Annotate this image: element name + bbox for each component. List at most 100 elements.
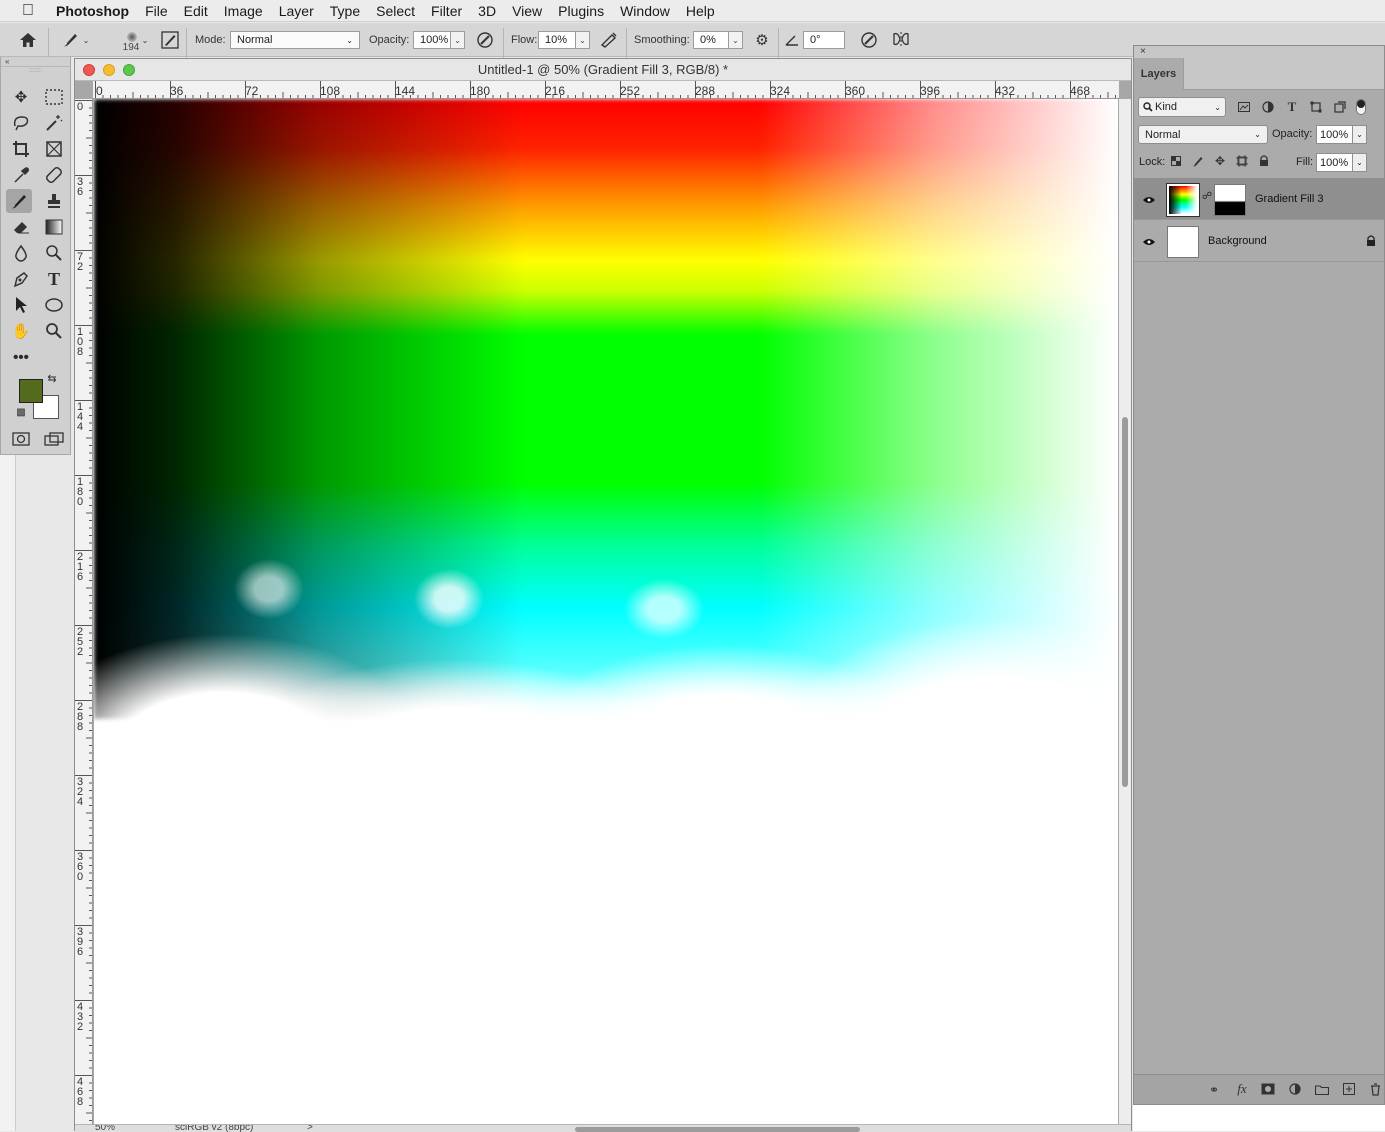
layer-row-gradient-fill-3[interactable]: ☍ Gradient Fill 3 <box>1134 179 1384 220</box>
pen-tool-icon[interactable] <box>8 267 34 291</box>
brush-preset-picker[interactable]: ⌄ <box>58 23 92 57</box>
menu-plugins[interactable]: Plugins <box>550 0 612 22</box>
path-selection-tool-icon[interactable] <box>8 293 34 317</box>
more-tools-icon[interactable]: ••• <box>8 345 34 369</box>
frame-tool-icon[interactable] <box>41 137 67 161</box>
visibility-eye-icon[interactable] <box>1143 235 1155 249</box>
zoom-tool-icon[interactable] <box>41 319 67 343</box>
chevron-down-icon[interactable]: ⌄ <box>451 31 465 49</box>
apple-icon[interactable]:  <box>0 0 56 22</box>
quick-mask-icon[interactable] <box>8 427 34 451</box>
menu-layer[interactable]: Layer <box>271 0 322 22</box>
marquee-tool-icon[interactable] <box>41 85 67 109</box>
new-layer-icon[interactable] <box>1341 1082 1357 1096</box>
brush-tool-icon[interactable] <box>6 189 32 213</box>
angle-input[interactable]: 0° <box>803 23 845 57</box>
blend-mode-select[interactable]: Normal ⌄ <box>1138 125 1268 144</box>
lock-all-icon[interactable] <box>1257 154 1271 168</box>
menu-type[interactable]: Type <box>322 0 368 22</box>
vertical-scrollbar[interactable] <box>1119 99 1131 1124</box>
close-panel-icon[interactable]: × <box>1134 46 1384 58</box>
airbrush-icon[interactable] <box>598 23 620 57</box>
new-adjustment-layer-icon[interactable] <box>1287 1082 1303 1096</box>
chevron-down-icon[interactable]: ⌄ <box>1353 153 1367 172</box>
eyedropper-tool-icon[interactable] <box>8 163 34 187</box>
swap-colors-icon[interactable]: ⇆ <box>44 371 60 385</box>
menu-select[interactable]: Select <box>368 0 423 22</box>
vertical-ruler[interactable]: 0 36 72 108 144 180 216 252 288 324 360 … <box>75 99 93 1124</box>
layer-fill-input[interactable]: 100% <box>1316 153 1353 172</box>
opacity-value[interactable]: 100% <box>413 31 451 49</box>
gear-icon[interactable]: ⚙ <box>752 23 772 57</box>
layer-mask-thumbnail[interactable] <box>1214 184 1246 216</box>
horizontal-ruler[interactable]: 0 36 72 108 144 180 216 252 288 324 360 … <box>93 81 1119 99</box>
menu-filter[interactable]: Filter <box>423 0 470 22</box>
filter-toggle-switch[interactable] <box>1356 99 1366 115</box>
mode-select[interactable]: Normal ⌄ <box>230 23 360 57</box>
new-group-icon[interactable] <box>1314 1082 1330 1096</box>
symmetry-icon[interactable] <box>890 23 912 57</box>
menu-file[interactable]: File <box>137 0 176 22</box>
horizontal-scrollbar-thumb[interactable] <box>575 1127 860 1132</box>
gradient-fill-thumbnail[interactable] <box>1166 183 1200 217</box>
layer-opacity-input[interactable]: 100% <box>1316 125 1353 144</box>
hand-tool-icon[interactable]: ✋ <box>8 319 34 343</box>
toolbar-grip[interactable]: :::::::: <box>1 67 70 76</box>
lock-pixels-icon[interactable] <box>1191 154 1205 168</box>
delete-layer-icon[interactable] <box>1367 1082 1383 1096</box>
zoom-window-button[interactable] <box>123 64 135 76</box>
lock-transparent-icon[interactable] <box>1169 154 1183 168</box>
close-window-button[interactable] <box>83 64 95 76</box>
layer-row-background[interactable]: Background <box>1134 221 1384 262</box>
smoothing-value[interactable]: 0% <box>693 31 729 49</box>
layer-name[interactable]: Gradient Fill 3 <box>1255 193 1323 205</box>
collapse-toolbar-icon[interactable]: « <box>1 57 70 67</box>
add-mask-icon[interactable] <box>1260 1082 1276 1096</box>
link-chain-icon[interactable]: ☍ <box>1202 191 1212 202</box>
foreground-color-swatch[interactable] <box>19 379 43 403</box>
smoothing-input[interactable]: 0% ⌄ <box>693 23 743 57</box>
chevron-down-icon[interactable]: ⌄ <box>1353 125 1367 144</box>
crop-tool-icon[interactable] <box>8 137 34 161</box>
chevron-down-icon[interactable]: ⌄ <box>140 23 150 57</box>
menu-photoshop[interactable]: Photoshop <box>56 0 137 22</box>
flow-value[interactable]: 10% <box>538 31 576 49</box>
angle-value[interactable]: 0° <box>803 31 845 49</box>
blur-tool-icon[interactable] <box>8 241 34 265</box>
document-title-bar[interactable]: Untitled-1 @ 50% (Gradient Fill 3, RGB/8… <box>75 59 1131 81</box>
ellipse-tool-icon[interactable] <box>41 293 67 317</box>
background-thumbnail[interactable] <box>1167 226 1199 258</box>
type-tool-icon[interactable]: T <box>41 267 67 291</box>
opacity-input[interactable]: 100% ⌄ <box>413 23 465 57</box>
filter-type-icon[interactable]: T <box>1285 99 1299 115</box>
lock-artboard-icon[interactable] <box>1235 154 1249 168</box>
chevron-down-icon[interactable]: ⌄ <box>729 31 743 49</box>
filter-adjustment-icon[interactable] <box>1261 99 1275 115</box>
menu-help[interactable]: Help <box>678 0 723 22</box>
pressure-opacity-icon[interactable] <box>474 23 496 57</box>
chevron-down-icon[interactable]: ⌄ <box>576 31 590 49</box>
tab-layers[interactable]: Layers <box>1134 58 1184 90</box>
menu-window[interactable]: Window <box>612 0 678 22</box>
minimize-window-button[interactable] <box>103 64 115 76</box>
move-tool-icon[interactable]: ✥ <box>8 85 34 109</box>
menu-view[interactable]: View <box>504 0 550 22</box>
fx-icon[interactable]: fx <box>1233 1081 1251 1097</box>
screen-mode-icon[interactable] <box>41 427 67 451</box>
pressure-size-icon[interactable] <box>858 23 880 57</box>
magic-wand-tool-icon[interactable] <box>41 111 67 135</box>
document-canvas[interactable] <box>94 99 1118 1124</box>
filter-shape-icon[interactable] <box>1309 99 1323 115</box>
menu-3d[interactable]: 3D <box>470 0 504 22</box>
brush-settings-icon[interactable] <box>160 23 180 57</box>
eraser-tool-icon[interactable] <box>8 215 34 239</box>
default-colors-icon[interactable]: ▩ <box>13 405 29 419</box>
gradient-tool-icon[interactable] <box>41 215 67 239</box>
menu-image[interactable]: Image <box>216 0 271 22</box>
healing-brush-tool-icon[interactable] <box>41 163 67 187</box>
home-icon[interactable] <box>16 23 40 57</box>
menu-edit[interactable]: Edit <box>176 0 216 22</box>
dodge-tool-icon[interactable] <box>41 241 67 265</box>
filter-smart-object-icon[interactable] <box>1333 99 1347 115</box>
lasso-tool-icon[interactable] <box>8 111 34 135</box>
